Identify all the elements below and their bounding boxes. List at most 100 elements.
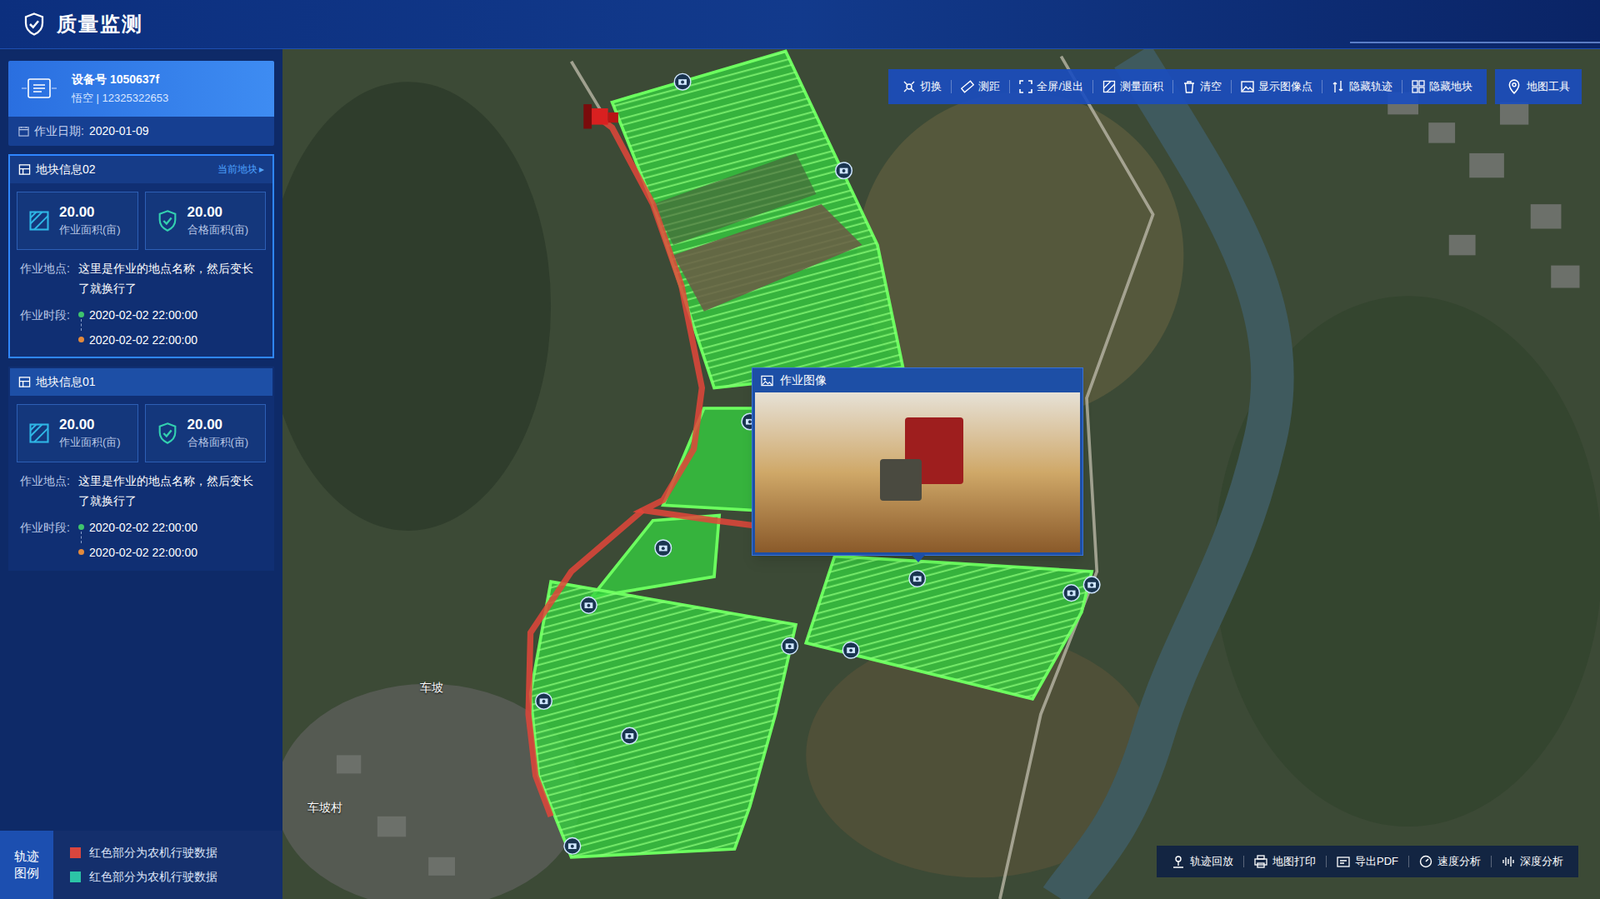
page-title: 质量监测	[56, 9, 144, 40]
time-connector	[80, 319, 82, 331]
popup-title: 作业图像	[780, 371, 827, 390]
time-list: 2020-02-02 22:00:00 2020-02-02 22:00:00	[78, 305, 198, 350]
time-row: 2020-02-02 22:00:00	[78, 330, 198, 350]
toolbar-button[interactable]: 隐藏地块	[1402, 78, 1482, 95]
legend-swatch	[70, 871, 81, 883]
camera-pin-icon[interactable]	[535, 693, 553, 710]
toolbar-button[interactable]: 切换	[893, 78, 951, 95]
camera-pin-icon[interactable]	[909, 570, 926, 588]
camera-pin-icon[interactable]	[781, 638, 799, 655]
stat-text: 20.00合格面积(亩)	[187, 203, 250, 239]
time-connector	[80, 531, 82, 544]
location-row: 作业地点:这里是作业的地点名称，然后变长了就换行了	[16, 258, 266, 299]
image-popup: 作业图像	[751, 367, 1084, 556]
print-icon	[1254, 855, 1268, 869]
legend-title: 轨迹图例	[14, 848, 40, 882]
plot-header[interactable]: 地块信息02 当前地块▸	[10, 155, 273, 184]
plot-body: 20.00作业面积(亩) 20.00合格面积(亩) 作业地点:这里是作业的地点名称，…	[10, 183, 273, 357]
tractor-icon[interactable]	[583, 104, 619, 129]
analysis-toolbar: 轨迹回放 地图打印导出PDF速度分析 深度分析	[1156, 845, 1579, 878]
toolbar-button[interactable]: 清空	[1173, 78, 1231, 95]
image-icon	[760, 375, 774, 387]
map-toolbar: 切换测距全屏/退出 测量面积清空显示图像点隐藏轨迹隐藏地块 地图工具	[888, 69, 1582, 105]
analysis-label: 地图打印	[1272, 853, 1316, 870]
camera-pin-icon[interactable]	[674, 73, 691, 90]
location-label: 作业地点:	[20, 258, 79, 299]
location-value: 这里是作业的地点名称，然后变长了就换行了	[78, 258, 263, 299]
plot-icon	[18, 163, 31, 176]
device-info: 设备号 1050637f悟空 | 12325322653	[8, 60, 275, 117]
toolbar-bar: 切换测距全屏/退出 测量面积清空显示图像点隐藏轨迹隐藏地块	[888, 69, 1487, 105]
stat-card: 20.00合格面积(亩)	[145, 404, 267, 463]
legend-swatch	[70, 847, 81, 859]
map-tool-button[interactable]: 地图工具	[1495, 69, 1582, 105]
plot-header[interactable]: 地块信息01	[10, 368, 273, 396]
analysis-label: 深度分析	[1520, 853, 1564, 870]
work-photo[interactable]	[755, 392, 1080, 553]
device-meta: 悟空 | 12325322653	[71, 90, 169, 107]
plot-icon	[18, 375, 31, 389]
plot-title: 地块信息02	[35, 160, 96, 179]
toolbar-button[interactable]: 测量面积	[1093, 78, 1173, 95]
shield-icon	[21, 11, 47, 37]
stat-value: 20.00	[59, 203, 121, 222]
speed-icon	[1419, 855, 1433, 869]
analysis-button[interactable]: 深度分析	[1491, 853, 1574, 870]
toolbar-label: 测量面积	[1120, 78, 1164, 95]
toolbar-button[interactable]: 隐藏轨迹	[1322, 78, 1402, 95]
popup-header: 作业图像	[752, 368, 1083, 393]
shield-check-icon	[155, 421, 180, 445]
stat-value: 20.00	[187, 203, 250, 222]
legend-item: 红色部分为农机行驶数据	[70, 868, 218, 886]
analysis-button[interactable]: 地图打印	[1244, 853, 1326, 870]
track-icon	[1331, 80, 1345, 94]
plot-stats: 20.00作业面积(亩)20.00合格面积(亩)	[16, 404, 266, 463]
work-date: 作业日期:2020-01-09	[8, 116, 275, 146]
image-point-icon	[1240, 80, 1255, 94]
time-row: 2020-02-02 22:00:00	[78, 517, 198, 538]
device-id: 设备号 1050637f	[71, 70, 169, 89]
fullscreen-icon	[1019, 80, 1033, 94]
camera-pin-icon[interactable]	[1063, 585, 1080, 602]
header-line	[1350, 41, 1600, 44]
camera-pin-icon[interactable]	[621, 727, 639, 745]
area-icon	[27, 421, 51, 445]
time-value: 2020-02-02 22:00:00	[89, 305, 198, 325]
analysis-button[interactable]: 导出PDF	[1326, 853, 1409, 870]
map-tool-label: 地图工具	[1526, 78, 1570, 95]
time-value: 2020-02-02 22:00:00	[89, 330, 198, 350]
camera-pin-icon[interactable]	[580, 597, 598, 615]
photo-baler	[880, 459, 922, 501]
toolbar-divider	[1325, 855, 1327, 868]
toolbar-divider	[1230, 80, 1232, 94]
plot-card[interactable]: 地块信息02 当前地块▸ 20.00作业面积(亩) 20.00合格面积(亩) 作业地点:…	[8, 154, 275, 359]
camera-pin-icon[interactable]	[842, 641, 860, 659]
legend-item: 红色部分为农机行驶数据	[70, 844, 218, 862]
analysis-button[interactable]: 速度分析	[1409, 853, 1491, 870]
stat-card: 20.00作业面积(亩)	[16, 191, 139, 250]
toolbar-button[interactable]: 显示图像点	[1231, 78, 1322, 95]
date-value: 2020-01-09	[89, 122, 150, 140]
area-icon	[27, 209, 51, 233]
current-plot-link[interactable]: 当前地块▸	[217, 161, 265, 177]
stat-text: 20.00合格面积(亩)	[187, 415, 250, 451]
toolbar-divider	[1408, 855, 1410, 868]
trash-icon	[1182, 80, 1196, 94]
camera-pin-icon[interactable]	[835, 162, 853, 180]
period-row: 作业时段:2020-02-02 22:00:002020-02-02 22:00…	[16, 305, 266, 350]
plot-body: 20.00作业面积(亩)20.00合格面积(亩)作业地点:这里是作业的地点名称，…	[10, 395, 273, 570]
toolbar-button[interactable]: 测距	[951, 78, 1010, 95]
toolbar-button[interactable]: 全屏/退出	[1010, 78, 1093, 95]
area-measure-icon	[1102, 80, 1116, 94]
date-label: 作业日期:	[34, 122, 85, 140]
map-view[interactable]: 车坡车坡村作业图像切换测距全屏/退出测量面积清空显示图像点隐藏轨迹隐藏地块地图工…	[282, 49, 1600, 899]
legend-items: 红色部分为农机行驶数据红色部分为农机行驶数据	[53, 830, 218, 899]
legend-label: 红色部分为农机行驶数据	[89, 868, 218, 886]
camera-pin-icon[interactable]	[1083, 576, 1100, 594]
popup-pointer	[911, 555, 925, 563]
camera-pin-icon[interactable]	[655, 540, 672, 557]
analysis-button[interactable]: 轨迹回放	[1161, 853, 1244, 870]
camera-pin-icon[interactable]	[564, 838, 581, 855]
switch-icon	[902, 80, 916, 94]
plot-card[interactable]: 地块信息0120.00作业面积(亩)20.00合格面积(亩)作业地点:这里是作业…	[8, 366, 275, 571]
